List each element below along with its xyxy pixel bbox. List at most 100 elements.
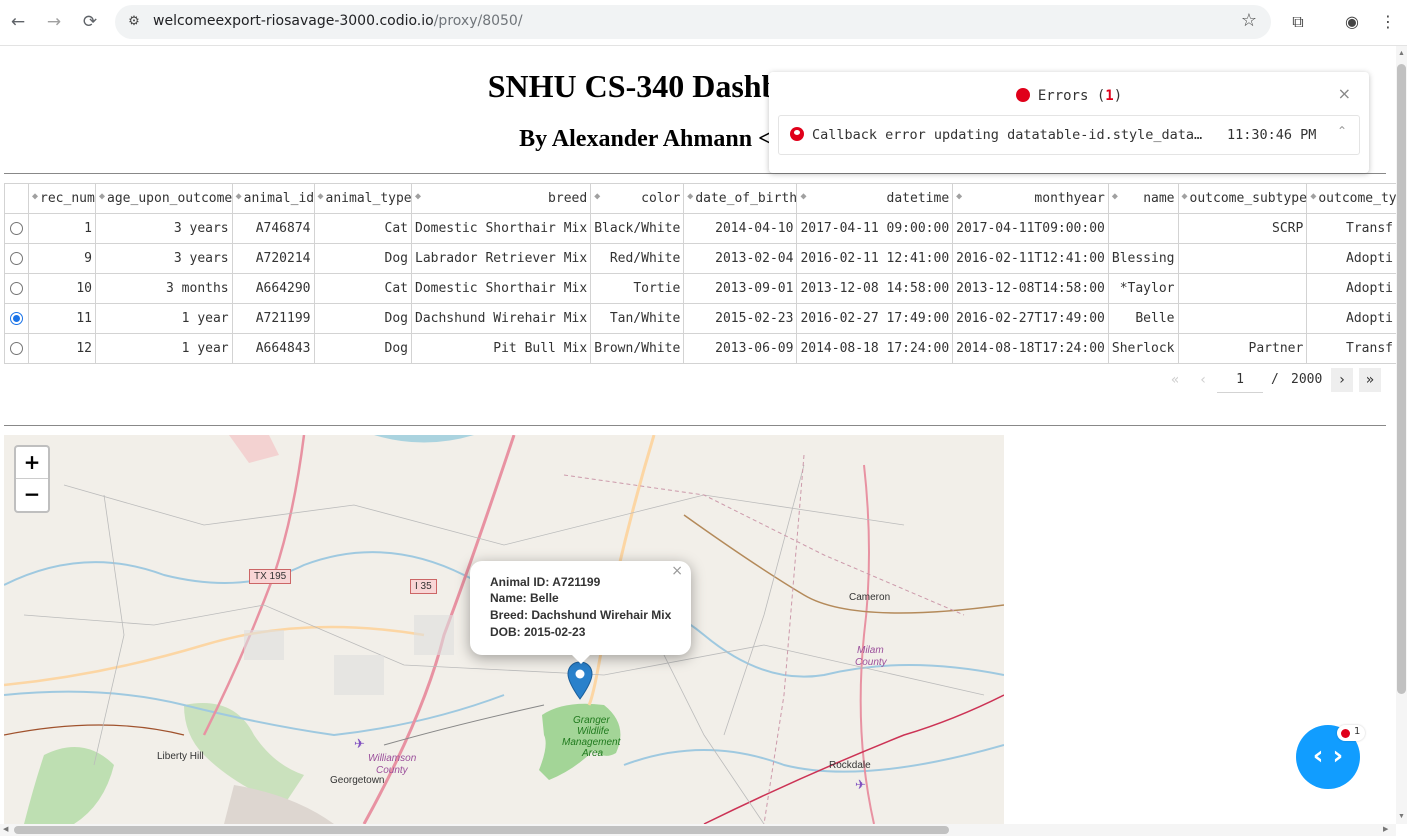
table-cell[interactable]: 10 xyxy=(28,273,96,304)
next-page-icon[interactable]: › xyxy=(1331,368,1353,392)
table-cell[interactable]: Cat xyxy=(313,213,412,244)
column-header[interactable]: ◆ animal_id xyxy=(231,183,315,214)
column-header[interactable]: ◆ animal_type xyxy=(313,183,412,214)
table-cell[interactable]: 1 year xyxy=(95,333,233,364)
table-cell[interactable]: Transf xyxy=(1306,333,1396,364)
table-cell[interactable]: Pit Bull Mix xyxy=(410,333,592,364)
table-cell[interactable]: Partner xyxy=(1177,333,1308,364)
table-row[interactable]: 11 1 year A721199 Dog Dachshund Wirehair Mix… xyxy=(4,303,1396,334)
table-cell[interactable]: 2014-08-18 17:24:00 xyxy=(796,333,954,364)
table-cell[interactable]: A721199 xyxy=(231,303,315,334)
table-cell[interactable]: 2016-02-27 17:49:00 xyxy=(796,303,954,334)
scroll-up-icon[interactable]: ▲ xyxy=(1396,50,1407,57)
table-cell[interactable]: 2016-02-11T12:41:00 xyxy=(952,243,1109,274)
table-cell[interactable]: SCRP xyxy=(1177,213,1308,244)
scrollbar-thumb[interactable] xyxy=(14,826,949,834)
table-cell[interactable]: Blessing xyxy=(1107,243,1179,274)
table-cell[interactable] xyxy=(1177,273,1308,304)
column-header[interactable]: ◆ age_upon_outcome xyxy=(95,183,233,214)
address-bar[interactable]: ⚙ welcomeexport-riosavage-3000.codio.io/… xyxy=(115,5,1271,39)
scrollbar-thumb[interactable] xyxy=(1397,64,1406,694)
sort-icon[interactable]: ◆ xyxy=(687,191,693,202)
table-cell[interactable]: 1 year xyxy=(95,303,233,334)
table-cell[interactable]: Domestic Shorthair Mix xyxy=(410,273,592,304)
table-cell[interactable]: Adopti xyxy=(1306,303,1396,334)
map-marker-icon[interactable] xyxy=(567,661,593,701)
first-page-icon[interactable]: « xyxy=(1164,368,1186,392)
map[interactable]: + − TX 195 I 35 Cameron Milam County Gra… xyxy=(4,435,1004,824)
row-radio-button[interactable] xyxy=(10,252,23,265)
sort-icon[interactable]: ◆ xyxy=(1112,191,1118,202)
scroll-right-icon[interactable]: ▶ xyxy=(1383,825,1388,833)
close-icon[interactable]: × xyxy=(1338,84,1351,103)
row-radio-button[interactable] xyxy=(10,222,23,235)
sort-icon[interactable]: ◆ xyxy=(32,191,38,202)
table-cell[interactable]: Black/White xyxy=(590,213,685,244)
table-row[interactable]: 10 3 months A664290 Cat Domestic Shorthair M… xyxy=(4,273,1396,304)
scroll-down-icon[interactable]: ▼ xyxy=(1396,813,1407,820)
table-cell[interactable]: 2014-08-18T17:24:00 xyxy=(952,333,1109,364)
table-cell[interactable] xyxy=(1177,303,1308,334)
table-cell[interactable]: Adopti xyxy=(1306,273,1396,304)
column-header[interactable]: ◆ outcome_subtype xyxy=(1177,183,1308,214)
table-row[interactable]: 93 years A720214 Dog Labrador Retriever Mix… xyxy=(4,243,1396,274)
table-cell[interactable]: 2016-02-11 12:41:00 xyxy=(796,243,954,274)
sort-icon[interactable]: ◆ xyxy=(800,191,806,202)
column-header[interactable]: ◆ rec_num xyxy=(28,183,96,214)
table-cell[interactable]: 9 xyxy=(28,243,96,274)
table-row[interactable]: 13 years A746874 Cat Domestic Shorthair Mix… xyxy=(4,213,1396,244)
table-cell[interactable]: Red/White xyxy=(590,243,685,274)
table-cell[interactable] xyxy=(1107,213,1179,244)
error-item[interactable]: Callback error updating datatable-id.sty… xyxy=(778,115,1360,155)
page-number-input[interactable]: 1 xyxy=(1217,368,1263,393)
last-page-icon[interactable]: » xyxy=(1359,368,1381,392)
table-cell[interactable]: Tortie xyxy=(590,273,685,304)
bookmark-star-icon[interactable]: ☆ xyxy=(1241,10,1257,31)
table-cell[interactable]: Dog xyxy=(313,303,412,334)
table-cell[interactable]: 2015-02-23 xyxy=(683,303,798,334)
url-text[interactable]: welcomeexport-riosavage-3000.codio.io/pr… xyxy=(153,13,523,29)
table-cell[interactable] xyxy=(1177,243,1308,274)
sort-icon[interactable]: ◆ xyxy=(1182,191,1188,202)
sort-icon[interactable]: ◆ xyxy=(594,191,600,202)
column-header[interactable]: ◆ datetime xyxy=(796,183,954,214)
horizontal-scrollbar[interactable]: ◀ ▶ xyxy=(0,824,1396,836)
column-header[interactable]: ◆ breed xyxy=(410,183,592,214)
table-cell[interactable]: 2013-12-08 14:58:00 xyxy=(796,273,954,304)
error-badge[interactable]: 1 xyxy=(1337,725,1365,741)
table-cell[interactable]: 2016-02-27T17:49:00 xyxy=(952,303,1109,334)
table-cell[interactable]: Domestic Shorthair Mix xyxy=(410,213,592,244)
profile-icon[interactable]: ◉ xyxy=(1340,10,1364,34)
zoom-in-button[interactable]: + xyxy=(16,447,48,479)
zoom-out-button[interactable]: − xyxy=(16,479,48,510)
table-cell[interactable]: A664290 xyxy=(231,273,315,304)
column-header[interactable]: ◆ name xyxy=(1107,183,1179,214)
table-cell[interactable]: Adopti xyxy=(1306,243,1396,274)
sort-icon[interactable]: ◆ xyxy=(415,191,421,202)
table-cell[interactable]: Cat xyxy=(313,273,412,304)
extensions-icon[interactable]: ⧉ xyxy=(1286,10,1310,34)
menu-kebab-icon[interactable]: ⋮ xyxy=(1376,10,1400,34)
table-cell[interactable]: Dog xyxy=(313,333,412,364)
previous-page-icon[interactable]: ‹ xyxy=(1192,368,1214,392)
table-cell[interactable]: Belle xyxy=(1107,303,1179,334)
row-radio-button[interactable] xyxy=(10,312,23,325)
sort-icon[interactable]: ◆ xyxy=(99,191,105,202)
chevron-up-icon[interactable]: ⌃ xyxy=(1337,124,1347,138)
scroll-left-icon[interactable]: ◀ xyxy=(3,825,8,833)
column-header[interactable]: ◆ outcome_ty xyxy=(1306,183,1396,214)
site-info-icon[interactable]: ⚙ xyxy=(125,13,143,31)
table-cell[interactable]: Sherlock xyxy=(1107,333,1179,364)
table-cell[interactable]: A720214 xyxy=(231,243,315,274)
table-row[interactable]: 12 1 year A664843 Dog Pit Bull Mix Brown/Whit… xyxy=(4,333,1396,364)
table-cell[interactable]: 3 years xyxy=(95,243,233,274)
table-cell[interactable]: Dog xyxy=(313,243,412,274)
column-header[interactable]: ◆ monthyear xyxy=(952,183,1109,214)
table-cell[interactable]: 12 xyxy=(28,333,96,364)
table-cell[interactable]: Brown/White xyxy=(590,333,685,364)
table-cell[interactable]: Labrador Retriever Mix xyxy=(410,243,592,274)
column-header[interactable]: ◆ color xyxy=(590,183,685,214)
sort-icon[interactable]: ◆ xyxy=(236,191,242,202)
table-cell[interactable]: *Taylor xyxy=(1107,273,1179,304)
back-icon[interactable]: ← xyxy=(6,10,30,34)
